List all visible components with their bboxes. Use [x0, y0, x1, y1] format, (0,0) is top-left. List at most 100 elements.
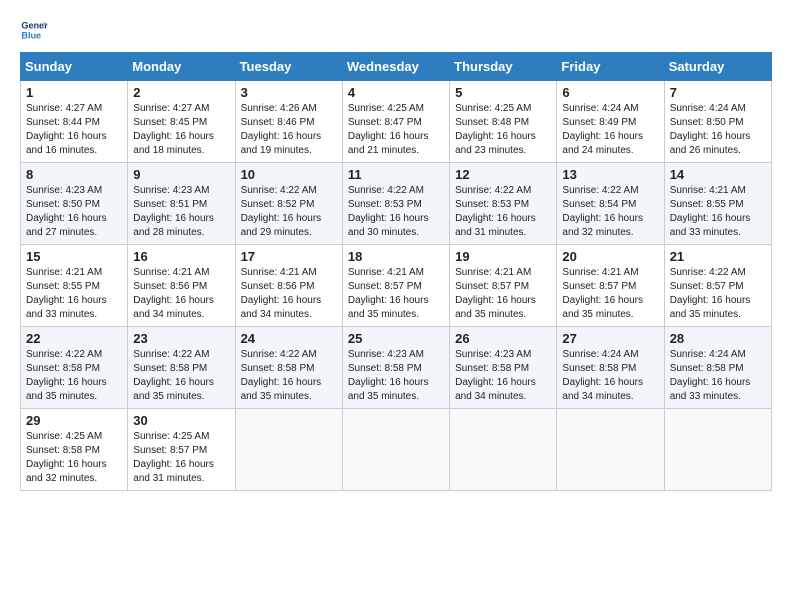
day-number: 1 — [26, 85, 122, 100]
day-number: 20 — [562, 249, 658, 264]
day-number: 26 — [455, 331, 551, 346]
calendar-cell — [664, 409, 771, 491]
day-info: Sunrise: 4:21 AM Sunset: 8:57 PM Dayligh… — [348, 266, 444, 322]
calendar-cell: 8Sunrise: 4:23 AM Sunset: 8:50 PM Daylig… — [21, 163, 128, 245]
calendar-cell: 16Sunrise: 4:21 AM Sunset: 8:56 PM Dayli… — [128, 245, 235, 327]
day-info: Sunrise: 4:21 AM Sunset: 8:56 PM Dayligh… — [241, 266, 337, 322]
day-number: 9 — [133, 167, 229, 182]
calendar-cell: 30 Sunrise: 4:25 AM Sunset: 8:57 PM Dayli… — [128, 409, 235, 491]
day-info: Sunrise: 4:24 AM Sunset: 8:58 PM Dayligh… — [562, 348, 658, 404]
logo-icon: General Blue — [20, 16, 48, 44]
svg-text:General: General — [21, 21, 48, 31]
day-number: 2 — [133, 85, 229, 100]
calendar-cell: 10Sunrise: 4:22 AM Sunset: 8:52 PM Dayli… — [235, 163, 342, 245]
calendar-week-row: 1 Sunrise: 4:27 AM Sunset: 8:44 PM Daylig… — [21, 81, 772, 163]
day-info: Sunrise: 4:26 AM Sunset: 8:46 PM Dayligh… — [241, 102, 337, 158]
day-number: 8 — [26, 167, 122, 182]
calendar-cell: 3 Sunrise: 4:26 AM Sunset: 8:46 PM Daylig… — [235, 81, 342, 163]
col-header-thursday: Thursday — [450, 53, 557, 81]
calendar-cell: 4 Sunrise: 4:25 AM Sunset: 8:47 PM Daylig… — [342, 81, 449, 163]
calendar-cell: 28 Sunrise: 4:24 AM Sunset: 8:58 PM Dayli… — [664, 327, 771, 409]
calendar-cell: 15 Sunrise: 4:21 AM Sunset: 8:55 PM Dayli… — [21, 245, 128, 327]
calendar-cell — [235, 409, 342, 491]
day-info: Sunrise: 4:25 AM Sunset: 8:57 PM Dayligh… — [133, 430, 229, 486]
calendar-cell: 11 Sunrise: 4:22 AM Sunset: 8:53 PM Dayli… — [342, 163, 449, 245]
calendar-table: SundayMondayTuesdayWednesdayThursdayFrid… — [20, 52, 772, 491]
day-number: 3 — [241, 85, 337, 100]
calendar-cell: 20 Sunrise: 4:21 AM Sunset: 8:57 PM Dayli… — [557, 245, 664, 327]
day-number: 11 — [348, 167, 444, 182]
day-info: Sunrise: 4:22 AM Sunset: 8:53 PM Dayligh… — [455, 184, 551, 240]
day-number: 19 — [455, 249, 551, 264]
day-number: 27 — [562, 331, 658, 346]
calendar-cell: 14 Sunrise: 4:21 AM Sunset: 8:55 PM Dayli… — [664, 163, 771, 245]
day-number: 4 — [348, 85, 444, 100]
calendar-cell: 26 Sunrise: 4:23 AM Sunset: 8:58 PM Dayli… — [450, 327, 557, 409]
calendar-cell: 29 Sunrise: 4:25 AM Sunset: 8:58 PM Dayli… — [21, 409, 128, 491]
calendar-cell: 7Sunrise: 4:24 AM Sunset: 8:50 PM Daylig… — [664, 81, 771, 163]
day-info: Sunrise: 4:22 AM Sunset: 8:52 PM Dayligh… — [241, 184, 337, 240]
day-number: 17 — [241, 249, 337, 264]
calendar-cell — [557, 409, 664, 491]
day-info: Sunrise: 4:23 AM Sunset: 8:58 PM Dayligh… — [455, 348, 551, 404]
day-number: 12 — [455, 167, 551, 182]
day-number: 6 — [562, 85, 658, 100]
day-info: Sunrise: 4:24 AM Sunset: 8:50 PM Dayligh… — [670, 102, 766, 158]
col-header-tuesday: Tuesday — [235, 53, 342, 81]
day-info: Sunrise: 4:21 AM Sunset: 8:56 PM Dayligh… — [133, 266, 229, 322]
day-info: Sunrise: 4:22 AM Sunset: 8:58 PM Dayligh… — [241, 348, 337, 404]
calendar-cell: 12 Sunrise: 4:22 AM Sunset: 8:53 PM Dayli… — [450, 163, 557, 245]
logo: General Blue — [20, 16, 52, 44]
calendar-cell: 9 Sunrise: 4:23 AM Sunset: 8:51 PM Daylig… — [128, 163, 235, 245]
calendar-cell: 23Sunrise: 4:22 AM Sunset: 8:58 PM Dayli… — [128, 327, 235, 409]
day-number: 18 — [348, 249, 444, 264]
calendar-week-row: 15 Sunrise: 4:21 AM Sunset: 8:55 PM Dayli… — [21, 245, 772, 327]
day-number: 28 — [670, 331, 766, 346]
day-info: Sunrise: 4:22 AM Sunset: 8:57 PM Dayligh… — [670, 266, 766, 322]
day-info: Sunrise: 4:27 AM Sunset: 8:45 PM Dayligh… — [133, 102, 229, 158]
calendar-cell: 1 Sunrise: 4:27 AM Sunset: 8:44 PM Daylig… — [21, 81, 128, 163]
calendar-week-row: 8Sunrise: 4:23 AM Sunset: 8:50 PM Daylig… — [21, 163, 772, 245]
day-info: Sunrise: 4:22 AM Sunset: 8:53 PM Dayligh… — [348, 184, 444, 240]
col-header-sunday: Sunday — [21, 53, 128, 81]
day-number: 22 — [26, 331, 122, 346]
day-number: 5 — [455, 85, 551, 100]
calendar-cell: 27 Sunrise: 4:24 AM Sunset: 8:58 PM Dayli… — [557, 327, 664, 409]
col-header-wednesday: Wednesday — [342, 53, 449, 81]
svg-text:Blue: Blue — [21, 30, 41, 40]
day-info: Sunrise: 4:22 AM Sunset: 8:54 PM Dayligh… — [562, 184, 658, 240]
calendar-week-row: 29 Sunrise: 4:25 AM Sunset: 8:58 PM Dayli… — [21, 409, 772, 491]
day-info: Sunrise: 4:21 AM Sunset: 8:55 PM Dayligh… — [26, 266, 122, 322]
calendar-header-row: SundayMondayTuesdayWednesdayThursdayFrid… — [21, 53, 772, 81]
calendar-cell: 24 Sunrise: 4:22 AM Sunset: 8:58 PM Dayli… — [235, 327, 342, 409]
calendar-week-row: 22 Sunrise: 4:22 AM Sunset: 8:58 PM Dayli… — [21, 327, 772, 409]
day-number: 14 — [670, 167, 766, 182]
col-header-saturday: Saturday — [664, 53, 771, 81]
col-header-friday: Friday — [557, 53, 664, 81]
day-number: 29 — [26, 413, 122, 428]
day-info: Sunrise: 4:25 AM Sunset: 8:48 PM Dayligh… — [455, 102, 551, 158]
day-number: 15 — [26, 249, 122, 264]
day-info: Sunrise: 4:23 AM Sunset: 8:58 PM Dayligh… — [348, 348, 444, 404]
day-info: Sunrise: 4:21 AM Sunset: 8:55 PM Dayligh… — [670, 184, 766, 240]
day-number: 24 — [241, 331, 337, 346]
day-number: 13 — [562, 167, 658, 182]
day-info: Sunrise: 4:27 AM Sunset: 8:44 PM Dayligh… — [26, 102, 122, 158]
day-info: Sunrise: 4:23 AM Sunset: 8:51 PM Dayligh… — [133, 184, 229, 240]
day-info: Sunrise: 4:25 AM Sunset: 8:58 PM Dayligh… — [26, 430, 122, 486]
calendar-cell: 5 Sunrise: 4:25 AM Sunset: 8:48 PM Daylig… — [450, 81, 557, 163]
day-info: Sunrise: 4:25 AM Sunset: 8:47 PM Dayligh… — [348, 102, 444, 158]
day-number: 23 — [133, 331, 229, 346]
calendar-cell: 22Sunrise: 4:22 AM Sunset: 8:58 PM Dayli… — [21, 327, 128, 409]
calendar-cell: 6Sunrise: 4:24 AM Sunset: 8:49 PM Daylig… — [557, 81, 664, 163]
calendar-cell: 25 Sunrise: 4:23 AM Sunset: 8:58 PM Dayli… — [342, 327, 449, 409]
day-number: 21 — [670, 249, 766, 264]
day-number: 25 — [348, 331, 444, 346]
col-header-monday: Monday — [128, 53, 235, 81]
calendar-cell: 18 Sunrise: 4:21 AM Sunset: 8:57 PM Dayli… — [342, 245, 449, 327]
calendar-cell: 17 Sunrise: 4:21 AM Sunset: 8:56 PM Dayli… — [235, 245, 342, 327]
day-info: Sunrise: 4:24 AM Sunset: 8:58 PM Dayligh… — [670, 348, 766, 404]
day-number: 30 — [133, 413, 229, 428]
day-info: Sunrise: 4:21 AM Sunset: 8:57 PM Dayligh… — [562, 266, 658, 322]
calendar-cell: 13 Sunrise: 4:22 AM Sunset: 8:54 PM Dayli… — [557, 163, 664, 245]
